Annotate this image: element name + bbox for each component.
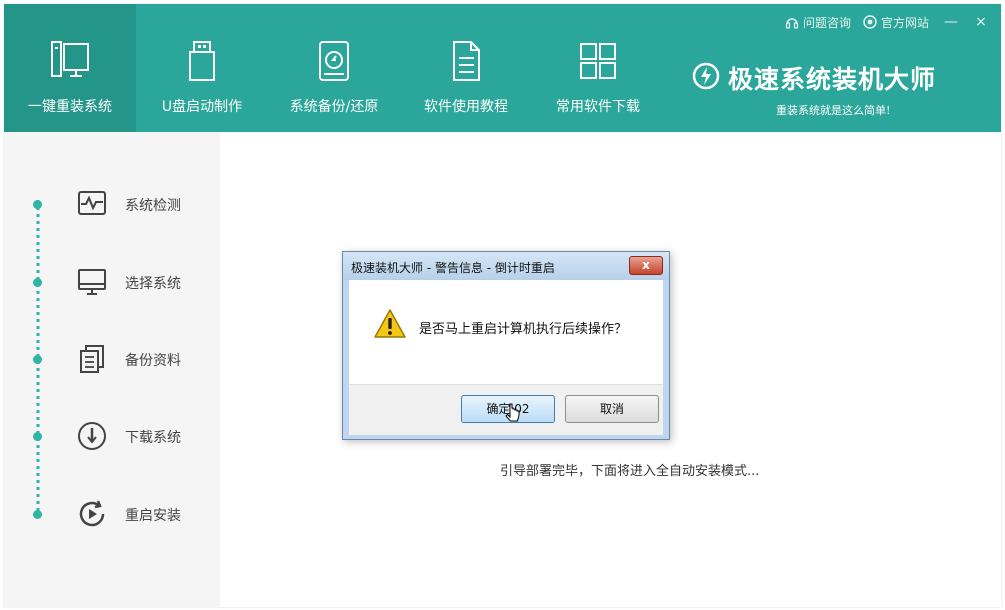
backup-disk-icon: [319, 41, 349, 81]
nav-one-click-reinstall[interactable]: 一键重装系统: [4, 4, 136, 132]
brand-title: 极速系统装机大师: [728, 65, 937, 94]
grid-apps-icon: [580, 43, 616, 79]
step-label: 系统检测: [125, 198, 181, 214]
step-label: 选择系统: [125, 276, 181, 292]
monitor-tower-icon: [51, 41, 89, 77]
desktop-icon: [78, 269, 106, 295]
main-nav: 一键重装系统 U盘启动制作 系统备份/还原 软件使用教程 常用软件下载: [4, 4, 664, 132]
close-button[interactable]: ×: [973, 14, 989, 30]
document-icon: [453, 41, 480, 81]
warning-dialog: 极速装机大师 - 警告信息 - 倒计时重启 x 是否马上重启计算机执行后续操作？…: [342, 251, 670, 440]
nav-label: 软件使用教程: [424, 99, 508, 115]
step-label: 下载系统: [125, 430, 181, 446]
step-dot: [33, 432, 42, 441]
help-label: 问题咨询: [802, 15, 851, 30]
nav-tutorial[interactable]: 软件使用教程: [400, 4, 532, 132]
nav-system-backup[interactable]: 系统备份/还原: [268, 4, 400, 132]
nav-label: 系统备份/还原: [289, 99, 379, 115]
step-select-system: 选择系统: [4, 262, 220, 302]
step-label: 备份资料: [125, 353, 181, 369]
dialog-close-button[interactable]: x: [629, 256, 663, 275]
dialog-titlebar[interactable]: 极速装机大师 - 警告信息 - 倒计时重启 x: [343, 252, 669, 280]
step-backup: 备份资料: [4, 339, 220, 379]
pulse-monitor-icon: [78, 191, 106, 215]
cancel-button[interactable]: 取消: [565, 395, 659, 423]
step-dot: [33, 355, 42, 364]
ok-button[interactable]: 确定 02: [461, 395, 555, 423]
dialog-footer: 确定 02 取消: [349, 384, 663, 435]
status-message: 引导部署完毕，下面将进入全自动安装模式...: [500, 464, 760, 479]
usb-drive-icon: [189, 41, 215, 81]
nav-label: 一键重装系统: [28, 99, 112, 115]
globe-icon: [863, 15, 877, 29]
step-download: 下载系统: [4, 416, 220, 456]
step-restart-install: 重启安装: [4, 494, 220, 534]
nav-label: 常用软件下载: [556, 99, 640, 115]
warning-icon: [374, 309, 406, 338]
website-link[interactable]: 官方网站: [863, 14, 929, 31]
restart-play-icon: [79, 500, 105, 527]
step-dot: [33, 200, 42, 209]
dialog-message: 是否马上重启计算机执行后续操作？: [419, 322, 628, 337]
top-links: 问题咨询 官方网站 — ×: [773, 12, 989, 32]
nav-label: U盘启动制作: [161, 99, 243, 115]
copy-files-icon: [80, 345, 104, 373]
website-label: 官方网站: [880, 15, 929, 30]
step-dot: [33, 278, 42, 287]
dialog-body: 是否马上重启计算机执行后续操作？: [349, 280, 663, 384]
lightning-icon: [692, 62, 720, 90]
nav-usb-boot[interactable]: U盘启动制作: [136, 4, 268, 132]
download-circle-icon: [78, 422, 106, 450]
steps-sidebar: 系统检测 选择系统 备份资料 下载系统 重启安装: [4, 132, 220, 607]
nav-software-download[interactable]: 常用软件下载: [532, 4, 664, 132]
step-dot: [33, 510, 42, 519]
step-label: 重启安装: [125, 508, 181, 524]
minimize-button[interactable]: —: [943, 14, 959, 30]
step-system-check: 系统检测: [4, 184, 220, 224]
help-link[interactable]: 问题咨询: [785, 14, 851, 31]
brand: 极速系统装机大师 重装系统就是这么简单!: [692, 58, 982, 118]
header: 一键重装系统 U盘启动制作 系统备份/还原 软件使用教程 常用软件下载 问题咨询…: [4, 4, 1001, 132]
brand-subtitle: 重装系统就是这么简单!: [776, 104, 891, 117]
headset-icon: [785, 18, 799, 29]
dialog-title: 极速装机大师 - 警告信息 - 倒计时重启: [351, 261, 555, 275]
